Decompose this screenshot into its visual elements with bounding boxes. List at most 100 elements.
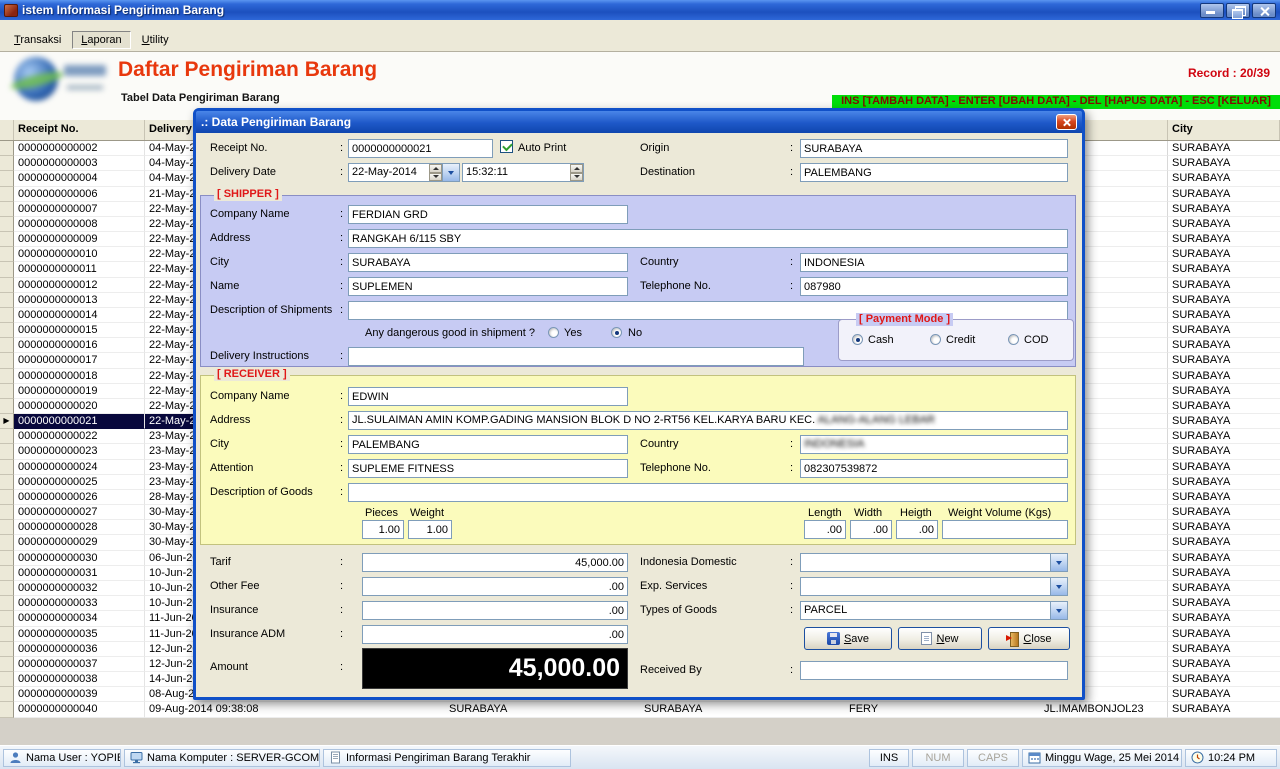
grid-cell-addr[interactable]: JL.IMAMBONJOL23 xyxy=(1040,702,1168,717)
row-selector-cell[interactable] xyxy=(0,581,14,596)
indonesia-domestic-select[interactable] xyxy=(800,553,1068,572)
row-selector-cell[interactable] xyxy=(0,475,14,490)
row-selector-cell[interactable] xyxy=(0,187,14,202)
row-selector-cell[interactable] xyxy=(0,384,14,399)
row-selector-cell[interactable] xyxy=(0,672,14,687)
row-selector-cell[interactable] xyxy=(0,338,14,353)
close-button[interactable] xyxy=(1252,3,1276,18)
grid-cell-city[interactable]: SURABAYA xyxy=(1168,460,1280,475)
grid-cell-city[interactable]: SURABAYA xyxy=(1168,642,1280,657)
grid-cell-no[interactable]: 0000000000012 xyxy=(14,278,145,293)
row-selector-cell[interactable] xyxy=(0,171,14,186)
grid-cell-no[interactable]: 0000000000024 xyxy=(14,460,145,475)
grid-cell-city[interactable]: SURABAYA xyxy=(1168,429,1280,444)
dialog-close-button[interactable] xyxy=(1056,114,1077,130)
row-selector-cell[interactable] xyxy=(0,596,14,611)
other-fee-input[interactable] xyxy=(362,577,628,596)
grid-cell-no[interactable]: 0000000000023 xyxy=(14,444,145,459)
dropdown-arrow-icon[interactable] xyxy=(1050,602,1067,619)
grid-cell-origin[interactable]: SURABAYA xyxy=(445,702,640,717)
dropdown-arrow-icon[interactable] xyxy=(1050,578,1067,595)
grid-cell-no[interactable]: 0000000000013 xyxy=(14,293,145,308)
grid-cell-city[interactable]: SURABAYA xyxy=(1168,581,1280,596)
dangerous-no-radio[interactable] xyxy=(611,327,622,338)
grid-cell-city[interactable]: SURABAYA xyxy=(1168,505,1280,520)
grid-cell-no[interactable]: 0000000000008 xyxy=(14,217,145,232)
payment-cod-radio[interactable] xyxy=(1008,334,1019,345)
shipper-country-input[interactable] xyxy=(800,253,1068,272)
grid-cell-city[interactable]: SURABAYA xyxy=(1168,657,1280,672)
grid-cell-city[interactable]: SURABAYA xyxy=(1168,171,1280,186)
restore-button[interactable] xyxy=(1226,3,1250,18)
grid-cell-no[interactable]: 0000000000028 xyxy=(14,520,145,535)
grid-cell-no[interactable]: 0000000000017 xyxy=(14,353,145,368)
grid-cell-city[interactable]: SURABAYA xyxy=(1168,232,1280,247)
menu-transaksi[interactable]: Transaksi xyxy=(5,31,70,49)
window-titlebar[interactable]: istem Informasi Pengiriman Barang xyxy=(0,0,1280,20)
new-button[interactable]: New xyxy=(898,627,982,650)
types-of-goods-select[interactable]: PARCEL xyxy=(800,601,1068,620)
grid-cell-no[interactable]: 0000000000006 xyxy=(14,187,145,202)
dialog-titlebar[interactable]: .: Data Pengiriman Barang xyxy=(196,111,1082,133)
date-spinner[interactable] xyxy=(429,164,442,181)
grid-cell-city[interactable]: SURABAYA xyxy=(1168,566,1280,581)
row-selector-cell[interactable] xyxy=(0,399,14,414)
tarif-input[interactable] xyxy=(362,553,628,572)
grid-cell-city[interactable]: SURABAYA xyxy=(1168,338,1280,353)
grid-cell-no[interactable]: 0000000000007 xyxy=(14,202,145,217)
grid-cell-city[interactable]: SURABAYA xyxy=(1168,262,1280,277)
origin-input[interactable] xyxy=(800,139,1068,158)
grid-cell-city[interactable]: SURABAYA xyxy=(1168,535,1280,550)
grid-cell-city[interactable]: SURABAYA xyxy=(1168,414,1280,429)
grid-cell-no[interactable]: 0000000000039 xyxy=(14,687,145,702)
grid-cell-no[interactable]: 0000000000038 xyxy=(14,672,145,687)
received-by-input[interactable] xyxy=(800,661,1068,680)
grid-cell-no[interactable]: 0000000000019 xyxy=(14,384,145,399)
insurance-adm-input[interactable] xyxy=(362,625,628,644)
grid-cell-city[interactable]: SURABAYA xyxy=(1168,187,1280,202)
grid-cell-city[interactable]: SURABAYA xyxy=(1168,475,1280,490)
row-selector-cell[interactable] xyxy=(0,520,14,535)
row-selector-cell[interactable] xyxy=(0,141,14,156)
row-selector-cell[interactable] xyxy=(0,611,14,626)
delivery-time-value[interactable]: 15:32:11 xyxy=(463,164,570,181)
shipper-company-input[interactable] xyxy=(348,205,628,224)
grid-cell-no[interactable]: 0000000000035 xyxy=(14,627,145,642)
delivery-time-picker[interactable]: 15:32:11 xyxy=(462,163,584,182)
grid-cell-city[interactable]: SURABAYA xyxy=(1168,217,1280,232)
row-selector-cell[interactable] xyxy=(0,490,14,505)
grid-cell-city[interactable]: SURABAYA xyxy=(1168,444,1280,459)
row-selector-cell[interactable] xyxy=(0,278,14,293)
row-selector-cell[interactable] xyxy=(0,353,14,368)
grid-cell-no[interactable]: 0000000000037 xyxy=(14,657,145,672)
delivery-date-picker[interactable]: 22-May-2014 xyxy=(348,163,460,182)
grid-cell-no[interactable]: 0000000000031 xyxy=(14,566,145,581)
grid-cell-date[interactable]: 09-Aug-2014 09:38:08 xyxy=(145,702,445,717)
receiver-city-input[interactable] xyxy=(348,435,628,454)
spin-down-icon[interactable] xyxy=(570,173,583,182)
row-selector-cell[interactable] xyxy=(0,293,14,308)
insurance-input[interactable] xyxy=(362,601,628,620)
grid-cell-city[interactable]: SURABAYA xyxy=(1168,596,1280,611)
row-selector-cell[interactable] xyxy=(0,657,14,672)
grid-cell-city[interactable]: SURABAYA xyxy=(1168,141,1280,156)
row-selector-cell[interactable] xyxy=(0,323,14,338)
time-spinner[interactable] xyxy=(570,164,583,181)
row-selector-cell[interactable] xyxy=(0,369,14,384)
grid-cell-no[interactable]: 0000000000011 xyxy=(14,262,145,277)
attention-input[interactable] xyxy=(348,459,628,478)
auto-print-checkbox[interactable] xyxy=(500,140,513,153)
save-button[interactable]: Save xyxy=(804,627,892,650)
grid-cell-city[interactable]: SURABAYA xyxy=(1168,247,1280,262)
grid-cell-name[interactable]: FERY xyxy=(845,702,1040,717)
dropdown-arrow-icon[interactable] xyxy=(1050,554,1067,571)
shipper-address-input[interactable] xyxy=(348,229,1068,248)
receiver-phone-input[interactable] xyxy=(800,459,1068,478)
grid-row[interactable]: 000000000004009-Aug-2014 09:38:08SURABAY… xyxy=(0,702,1280,717)
row-selector-cell[interactable] xyxy=(0,156,14,171)
grid-cell-no[interactable]: 0000000000009 xyxy=(14,232,145,247)
length-input[interactable] xyxy=(804,520,846,539)
grid-cell-no[interactable]: 0000000000036 xyxy=(14,642,145,657)
row-selector-cell[interactable] xyxy=(0,702,14,717)
receiver-company-input[interactable] xyxy=(348,387,628,406)
